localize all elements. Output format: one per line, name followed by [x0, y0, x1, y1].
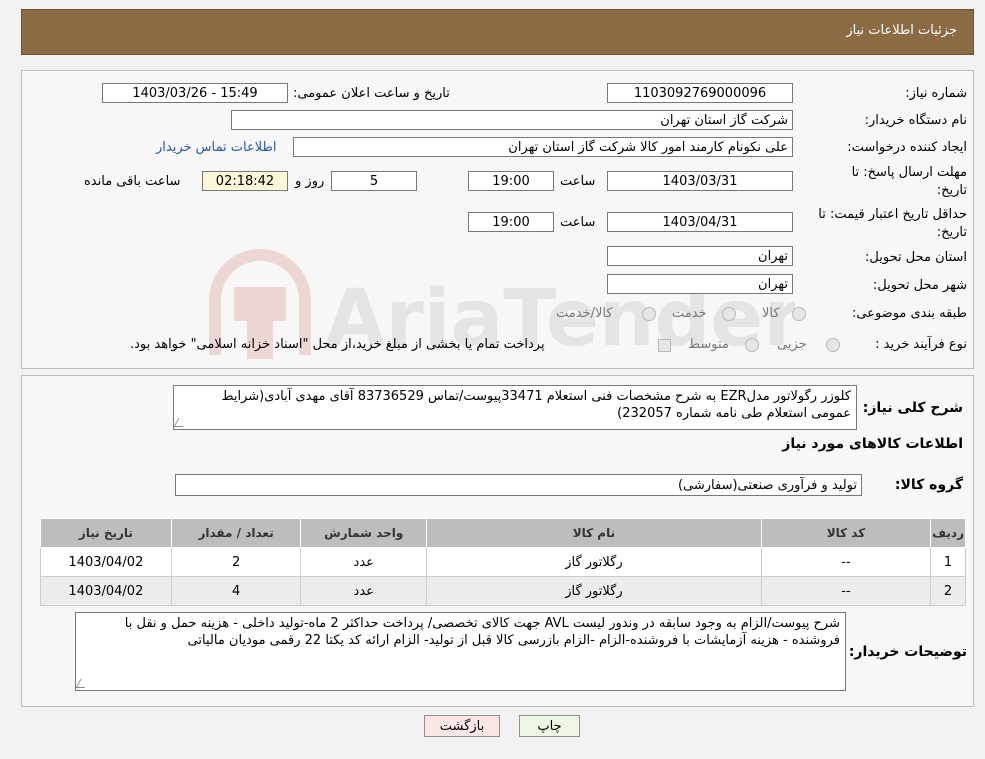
category-goods-radio[interactable] [792, 307, 806, 321]
category-goods-service-label: کالا/خدمت [556, 306, 613, 321]
description-field: کلوزر رگولاتور مدلEZR به شرح مشخصات فنی … [173, 385, 857, 430]
validity-time-field: 19:00 [468, 212, 554, 232]
buyer-notes-label: توضیحات خریدار: [848, 644, 967, 660]
remaining-label: ساعت باقی مانده [84, 174, 181, 189]
table-row: 1 -- رگلاتور گاز عدد 2 1403/04/02 [40, 547, 966, 577]
col-row-header: ردیف [930, 518, 966, 548]
row-code: -- [760, 547, 932, 577]
table-row: 2 -- رگلاتور گاز عدد 4 1403/04/02 [40, 576, 966, 606]
row-name: رگلاتور گاز [426, 576, 762, 606]
buyer-notes-field: شرح پیوست/الزام به وجود سابقه در وندور ل… [75, 612, 846, 691]
days-label: روز و [295, 174, 325, 189]
validity-label-date: تاریخ: [936, 225, 967, 240]
row-name: رگلاتور گاز [426, 547, 762, 577]
buyer-notes-text: شرح پیوست/الزام به وجود سابقه در وندور ل… [124, 616, 840, 648]
process-medium-radio[interactable] [745, 338, 759, 352]
back-button[interactable]: بازگشت [424, 715, 500, 737]
need-number-field: 1103092769000096 [607, 83, 793, 103]
goods-group-field: تولید و فرآوری صنعتی(سفارشی) [175, 474, 862, 496]
page-header: جزئیات اطلاعات نیاز [21, 9, 974, 55]
col-date-header: تاریخ نیاز [40, 518, 172, 548]
process-minor-label: جزیی [777, 337, 807, 352]
row-number: 1 [930, 547, 966, 577]
buyer-org-label: نام دستگاه خریدار: [864, 113, 967, 128]
items-table: ردیف کد کالا نام کالا واحد شمارش تعداد /… [40, 518, 966, 606]
row-date: 1403/04/02 [40, 547, 172, 577]
col-qty-header: تعداد / مقدار [170, 518, 302, 548]
description-text: کلوزر رگولاتور مدلEZR به شرح مشخصات فنی … [221, 389, 852, 421]
description-label: شرح کلی نیاز: [862, 400, 963, 416]
row-unit: عدد [300, 547, 428, 577]
col-unit-header: واحد شمارش [300, 518, 428, 548]
table-header-row: ردیف کد کالا نام کالا واحد شمارش تعداد /… [40, 518, 966, 548]
deadline-time-label: ساعت [560, 174, 596, 189]
announce-label: تاریخ و ساعت اعلان عمومی: [293, 86, 450, 101]
city-field: تهران [607, 274, 793, 294]
col-name-header: نام کالا [426, 518, 762, 548]
deadline-label: مهلت ارسال پاسخ: تا [851, 165, 967, 180]
category-label: طبقه بندی موضوعی: [851, 306, 967, 321]
page-title: جزئیات اطلاعات نیاز [846, 23, 957, 38]
row-qty: 2 [170, 547, 302, 577]
col-code-header: کد کالا [760, 518, 932, 548]
buyer-org-field: شرکت گاز استان تهران [231, 110, 793, 130]
category-goods-label: کالا [762, 306, 780, 321]
process-medium-label: متوسط [688, 337, 729, 352]
deadline-time-field: 19:00 [468, 171, 554, 191]
province-label: استان محل تحویل: [865, 250, 967, 265]
payment-note: پرداخت تمام یا بخشی از مبلغ خرید،از محل … [130, 337, 545, 352]
city-label: شهر محل تحویل: [872, 278, 967, 293]
category-service-label: خدمت [672, 306, 707, 321]
creator-label: ایجاد کننده درخواست: [847, 140, 967, 155]
print-button[interactable]: چاپ [519, 715, 580, 737]
category-service-radio[interactable] [722, 307, 736, 321]
row-date: 1403/04/02 [40, 576, 172, 606]
row-unit: عدد [300, 576, 428, 606]
process-minor-radio[interactable] [826, 338, 840, 352]
treasury-checkbox[interactable] [658, 339, 671, 352]
row-number: 2 [930, 576, 966, 606]
province-field: تهران [607, 246, 793, 266]
resize-handle-icon[interactable] [173, 418, 188, 427]
remaining-days-field: 5 [331, 171, 417, 191]
validity-time-label: ساعت [560, 215, 596, 230]
deadline-date-field: 1403/03/31 [607, 171, 793, 191]
validity-label: حداقل تاریخ اعتبار قیمت: تا [818, 207, 967, 222]
row-code: -- [760, 576, 932, 606]
resize-handle-icon[interactable] [75, 679, 90, 688]
row-qty: 4 [170, 576, 302, 606]
category-goods-service-radio[interactable] [642, 307, 656, 321]
remaining-time-field: 02:18:42 [202, 171, 288, 191]
goods-group-label: گروه کالا: [894, 477, 963, 493]
goods-info-title: اطلاعات کالاهای مورد نیاز [782, 436, 963, 452]
process-label: نوع فرآیند خرید : [875, 337, 967, 352]
validity-date-field: 1403/04/31 [607, 212, 793, 232]
buyer-contact-link[interactable]: اطلاعات تماس خریدار [156, 140, 276, 155]
need-number-label: شماره نیاز: [905, 86, 967, 101]
deadline-label-date: تاریخ: [936, 183, 967, 198]
announce-field: 1403/03/26 - 15:49 [102, 83, 288, 103]
creator-field: علی نکونام کارمند امور کالا شرکت گاز است… [293, 137, 793, 157]
